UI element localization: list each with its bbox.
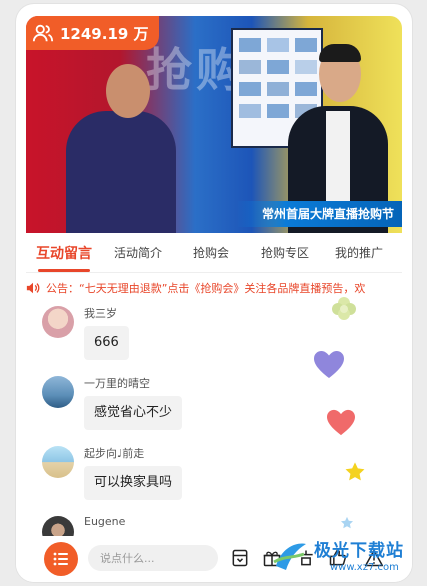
- viewer-count: 1249.19 万: [60, 24, 149, 43]
- avatar[interactable]: [42, 376, 74, 408]
- username: 我三岁: [84, 307, 117, 320]
- speaker-icon: [26, 282, 40, 294]
- watermark-title: 极光下载站: [314, 541, 404, 561]
- phone-frame: 抢购 常州首届大牌直播抢购节 1249.19 万 互动留言 活动简介 抢购会 抢…: [16, 4, 412, 582]
- host-left-head: [106, 64, 150, 118]
- list-icon: [53, 552, 68, 566]
- message-bubble: 感觉省心不少: [84, 396, 183, 430]
- tab-intro[interactable]: 活动简介: [114, 244, 162, 261]
- username: 一万里的晴空: [84, 377, 150, 390]
- coupon-button[interactable]: [228, 546, 252, 570]
- message-bubble: 可以换家具吗: [84, 466, 183, 500]
- heart-purple-icon: [314, 351, 344, 378]
- flower-icon: [332, 297, 356, 320]
- announcement-text: 公告：“七天无理由退款”点击《抢购会》关注各品牌直播预告，欢: [46, 282, 366, 295]
- username: Eugene: [84, 515, 126, 528]
- avatar[interactable]: [42, 306, 74, 338]
- username: 起步向♩前走: [84, 447, 145, 460]
- watermark-url: www.xz7.com: [330, 562, 399, 573]
- coupon-icon: [232, 549, 248, 567]
- live-caption: 常州首届大牌直播抢购节: [235, 201, 402, 227]
- comment-input[interactable]: [88, 545, 218, 571]
- tab-bar: 互动留言 活动简介 抢购会 抢购专区 我的推广: [26, 233, 402, 273]
- avatar[interactable]: [42, 446, 74, 478]
- message-bubble: 666: [84, 326, 129, 360]
- watermark-logo: [273, 543, 306, 570]
- users-icon: [32, 24, 54, 42]
- watermark: 极光下载站 www.xz7.com: [270, 534, 420, 584]
- star-yellow-icon: [345, 462, 365, 481]
- viewer-count-badge: 1249.19 万: [26, 16, 159, 50]
- menu-button[interactable]: [44, 542, 78, 576]
- tab-interaction[interactable]: 互动留言: [36, 243, 92, 272]
- heart-red-icon: [327, 409, 355, 436]
- tab-my-promotion[interactable]: 我的推广: [335, 244, 383, 261]
- tab-flash-sale[interactable]: 抢购会: [193, 244, 229, 261]
- star-blue-icon: [340, 516, 354, 529]
- tab-sale-zone[interactable]: 抢购专区: [261, 244, 309, 261]
- host-left: [66, 111, 176, 233]
